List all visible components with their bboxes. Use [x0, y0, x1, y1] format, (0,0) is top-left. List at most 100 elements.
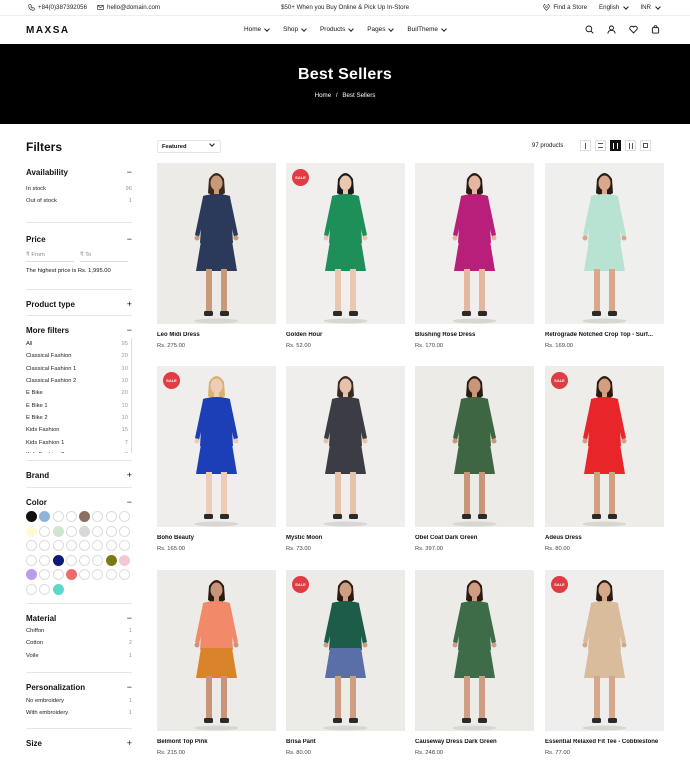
- color-swatch[interactable]: [105, 554, 117, 566]
- filter-personalization-header[interactable]: Personalization −: [26, 681, 132, 693]
- filter-color-header[interactable]: Color −: [26, 496, 132, 508]
- filter-option[interactable]: Classical Fashion 1 10: [26, 363, 128, 375]
- view-list-icon[interactable]: [595, 140, 606, 151]
- nav-item-home[interactable]: Home: [244, 25, 270, 33]
- color-swatch[interactable]: [39, 583, 51, 595]
- filter-size-header[interactable]: Size +: [26, 737, 132, 749]
- product-card[interactable]: Leo Midi Dress Rs. 275.00: [157, 163, 276, 349]
- color-swatch[interactable]: [52, 583, 64, 595]
- color-swatch[interactable]: [52, 569, 64, 580]
- filter-option[interactable]: With embroidery 1: [26, 707, 132, 719]
- nav-item-shop[interactable]: Shop: [283, 25, 307, 33]
- filter-option[interactable]: Chiffon 1: [26, 625, 132, 637]
- filter-brand-header[interactable]: Brand +: [26, 469, 132, 481]
- color-swatch[interactable]: [105, 525, 117, 537]
- product-image[interactable]: [415, 366, 534, 527]
- color-swatch[interactable]: [65, 554, 77, 566]
- color-swatch[interactable]: [39, 525, 51, 537]
- price-from-input[interactable]: ₹ From: [26, 249, 74, 262]
- product-card[interactable]: Blushing Rose Dress Rs. 170.00: [415, 163, 534, 349]
- product-card[interactable]: Belmont Top Pink Rs. 215.00: [157, 570, 276, 756]
- product-name[interactable]: Boho Beauty: [157, 535, 276, 541]
- product-card[interactable]: Retrograde Notched Crop Top - Surf... Rs…: [545, 163, 664, 349]
- color-swatch[interactable]: [79, 540, 91, 551]
- color-swatch[interactable]: [65, 511, 77, 522]
- color-swatch[interactable]: [79, 511, 91, 522]
- view-grid-4-icon[interactable]: [625, 140, 636, 151]
- color-swatch[interactable]: [26, 583, 37, 595]
- product-name[interactable]: Belmont Top Pink: [157, 739, 276, 745]
- product-card[interactable]: Mystic Moon Rs. 73.00: [286, 366, 405, 552]
- filter-option[interactable]: Out of stock 1: [26, 195, 132, 207]
- filter-product-type-header[interactable]: Product type +: [26, 298, 132, 310]
- product-name[interactable]: Mystic Moon: [286, 535, 405, 541]
- color-swatch[interactable]: [65, 540, 77, 551]
- color-swatch[interactable]: [119, 540, 131, 551]
- color-swatch[interactable]: [92, 569, 104, 580]
- color-swatch[interactable]: [26, 525, 37, 537]
- product-name[interactable]: Brisa Pant: [286, 739, 405, 745]
- color-swatch[interactable]: [39, 569, 51, 580]
- product-name[interactable]: Causeway Dress Dark Green: [415, 739, 534, 745]
- product-card[interactable]: SALE Essential Relaxed Fit Tee - Cobbles…: [545, 570, 664, 756]
- color-swatch[interactable]: [119, 511, 131, 522]
- product-image[interactable]: [415, 163, 534, 324]
- view-grid-5-icon[interactable]: [640, 140, 651, 151]
- color-swatch[interactable]: [79, 569, 91, 580]
- filter-option[interactable]: Kids Fashion 15: [26, 424, 128, 436]
- product-name[interactable]: Adeus Dress: [545, 535, 664, 541]
- product-name[interactable]: Blushing Rose Dress: [415, 332, 534, 338]
- price-to-input[interactable]: ₹ To: [80, 249, 128, 262]
- color-swatch[interactable]: [119, 525, 131, 537]
- currency-selector[interactable]: INR: [640, 3, 661, 11]
- product-card[interactable]: Obel Coat Dark Green Rs. 397.00: [415, 366, 534, 552]
- filter-option[interactable]: E Bike 1 10: [26, 399, 128, 411]
- color-swatch[interactable]: [105, 511, 117, 522]
- color-swatch[interactable]: [52, 554, 64, 566]
- wishlist-heart-icon[interactable]: [629, 25, 638, 34]
- filter-option[interactable]: In stock 96: [26, 183, 132, 195]
- color-swatch[interactable]: [65, 569, 77, 580]
- color-swatch[interactable]: [105, 540, 117, 551]
- product-image[interactable]: [545, 163, 664, 324]
- product-card[interactable]: SALE Adeus Dress Rs. 80.00: [545, 366, 664, 552]
- color-swatch[interactable]: [92, 511, 104, 522]
- find-store-link[interactable]: Find a Store: [543, 4, 587, 11]
- color-swatch[interactable]: [52, 540, 64, 551]
- nav-item-products[interactable]: Products: [320, 25, 355, 33]
- product-image[interactable]: [157, 163, 276, 324]
- color-swatch[interactable]: [92, 525, 104, 537]
- color-swatch[interactable]: [79, 525, 91, 537]
- color-swatch[interactable]: [52, 511, 64, 522]
- product-name[interactable]: Retrograde Notched Crop Top - Surf...: [545, 332, 664, 338]
- filter-option[interactable]: Voile 1: [26, 650, 132, 662]
- product-image[interactable]: SALE: [545, 366, 664, 527]
- sort-select[interactable]: Featured: [157, 140, 221, 153]
- product-image[interactable]: [415, 570, 534, 731]
- color-swatch[interactable]: [119, 554, 131, 566]
- filter-option[interactable]: All 95: [26, 338, 128, 350]
- product-image[interactable]: [157, 570, 276, 731]
- color-swatch[interactable]: [26, 511, 37, 522]
- color-swatch[interactable]: [105, 569, 117, 580]
- view-list-1-icon[interactable]: [580, 140, 591, 151]
- filter-option[interactable]: Cotton 2: [26, 637, 132, 649]
- filter-option[interactable]: E Bike 2 10: [26, 412, 128, 424]
- cart-bag-icon[interactable]: [651, 25, 660, 34]
- language-selector[interactable]: English: [599, 3, 630, 11]
- color-swatch[interactable]: [39, 511, 51, 522]
- product-card[interactable]: SALE Golden Hour Rs. 52.00: [286, 163, 405, 349]
- product-name[interactable]: Golden Hour: [286, 332, 405, 338]
- color-swatch[interactable]: [119, 569, 131, 580]
- color-swatch[interactable]: [92, 540, 104, 551]
- color-swatch[interactable]: [26, 554, 37, 566]
- filter-price-header[interactable]: Price −: [26, 233, 132, 245]
- color-swatch[interactable]: [92, 554, 104, 566]
- filter-option[interactable]: Kids Fashion 1 7: [26, 436, 128, 448]
- color-swatch[interactable]: [39, 540, 51, 551]
- color-swatch[interactable]: [65, 525, 77, 537]
- product-image[interactable]: SALE: [286, 570, 405, 731]
- scrollbar[interactable]: [131, 338, 132, 453]
- product-image[interactable]: SALE: [157, 366, 276, 527]
- product-image[interactable]: [286, 366, 405, 527]
